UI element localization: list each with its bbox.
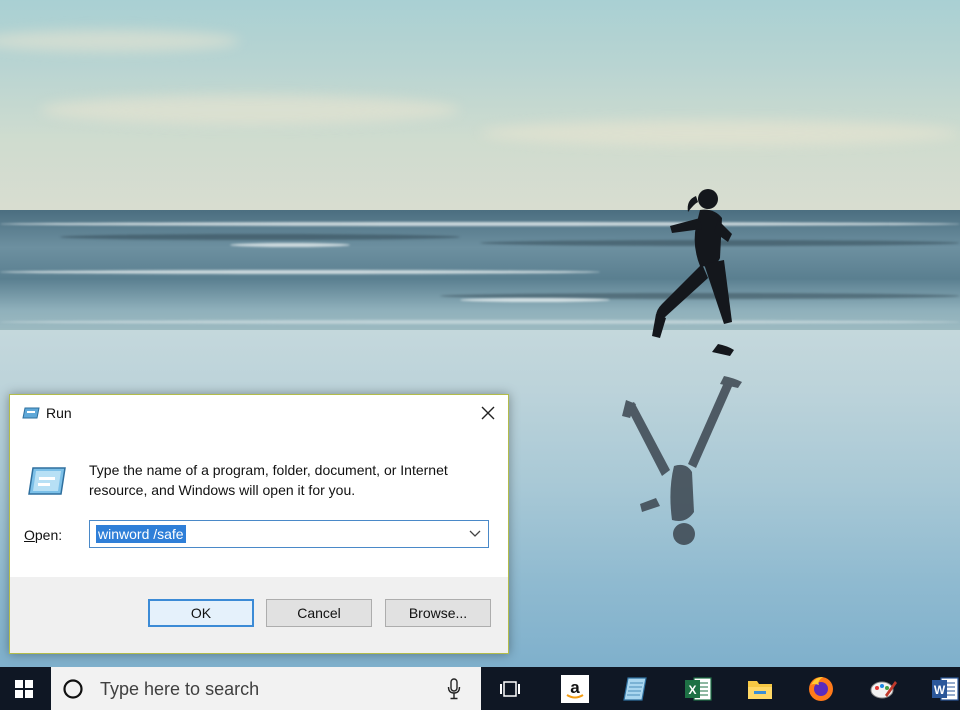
taskbar: Type here to search a X W [0, 667, 960, 710]
run-icon [22, 407, 40, 419]
windows-logo-icon [15, 679, 33, 698]
run-dialog: Run Type the name of a program, folder, … [9, 394, 509, 654]
cortana-icon [63, 679, 83, 699]
paint-icon [870, 681, 897, 699]
runner-reflection [622, 376, 742, 545]
folder-icon [748, 681, 772, 699]
runner-silhouette [652, 189, 734, 356]
cancel-button[interactable]: Cancel [266, 599, 372, 627]
taskbar-search-box[interactable]: Type here to search [51, 667, 481, 710]
dialog-titlebar[interactable]: Run [10, 395, 508, 431]
open-label-text: O [24, 527, 35, 543]
browse-button[interactable]: Browse... [385, 599, 491, 627]
cloud [40, 95, 460, 125]
ok-button[interactable]: OK [148, 599, 254, 627]
excel-app-button[interactable]: X [684, 675, 712, 703]
cloud [480, 120, 960, 146]
word-app-button[interactable]: W [931, 675, 959, 703]
word-icon: W [932, 677, 959, 701]
open-label: Open: [24, 527, 62, 543]
task-view-icon [500, 681, 520, 697]
dialog-title: Run [46, 405, 72, 421]
amazon-app-button[interactable]: a [561, 675, 589, 703]
excel-icon: X [685, 677, 712, 701]
amazon-icon: a [561, 675, 589, 703]
firefox-app-button[interactable] [807, 675, 835, 703]
dialog-description: Type the name of a program, folder, docu… [89, 462, 448, 498]
task-view-button[interactable] [497, 675, 525, 703]
file-explorer-button[interactable] [746, 675, 774, 703]
microphone-icon[interactable] [447, 678, 461, 700]
notepad-icon [623, 677, 647, 701]
open-combobox[interactable]: winword /safe [89, 520, 489, 548]
open-input-value[interactable]: winword /safe [96, 525, 186, 543]
close-button[interactable] [468, 395, 508, 431]
svg-text:a: a [570, 678, 580, 697]
dialog-footer: OK Cancel Browse... [10, 577, 508, 653]
start-button[interactable] [0, 667, 48, 710]
close-icon [481, 406, 495, 420]
svg-text:W: W [934, 683, 946, 697]
run-icon-large [28, 467, 66, 495]
notepad-app-button[interactable] [622, 675, 650, 703]
sea [0, 210, 960, 335]
firefox-icon [809, 677, 833, 701]
search-placeholder: Type here to search [100, 679, 260, 699]
open-label-rest: pen: [34, 527, 63, 543]
paint-app-button[interactable] [869, 675, 897, 703]
svg-text:X: X [688, 683, 696, 697]
chevron-down-icon[interactable] [468, 525, 482, 543]
